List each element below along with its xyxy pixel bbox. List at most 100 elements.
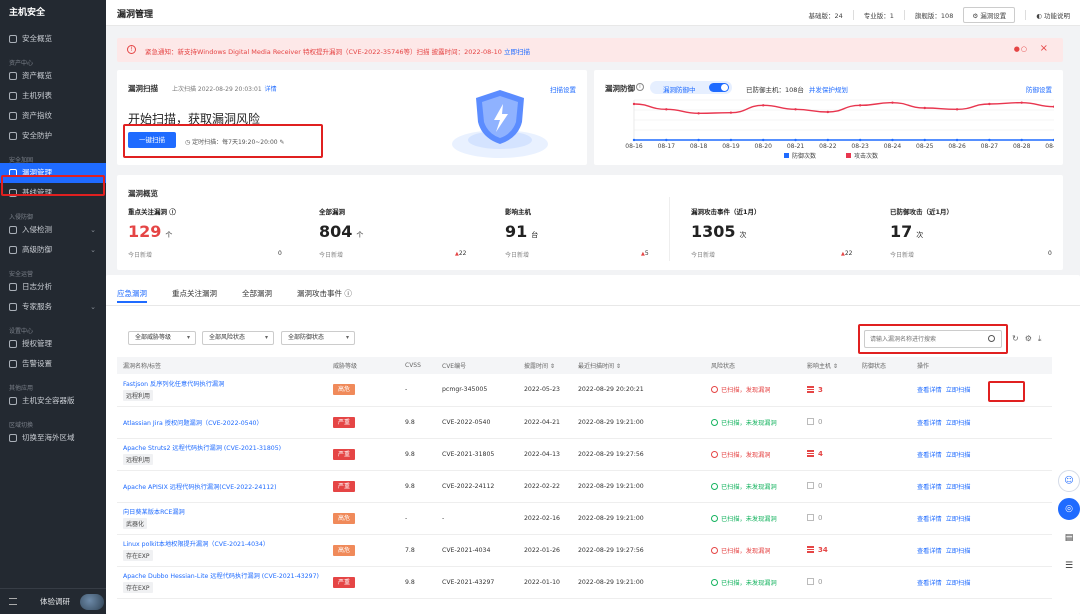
sidebar-item-advanced-defense[interactable]: 高级防御 ⌄ [0, 240, 106, 260]
notice-scan-link[interactable]: 立即扫描 [504, 48, 530, 56]
gear-icon[interactable]: ⚙ [1025, 334, 1038, 343]
sidebar-item-switch-region[interactable]: 切换至海外区域 [0, 428, 106, 448]
defense-settings-link[interactable]: 防御设置 [1026, 84, 1052, 94]
support-button[interactable]: ☺ [1058, 470, 1080, 492]
menu-icon[interactable] [9, 598, 17, 605]
view-detail-link[interactable]: 查看详情 [917, 452, 942, 459]
sidebar-item-asset-overview[interactable]: 资产概览 [0, 66, 106, 86]
stat-key-vulns[interactable]: 重点关注漏洞 ⓘ 129 个 今日新增 0 [128, 206, 288, 262]
table-row: Linux polkit本地权限提升漏洞（CVE-2021-4034） 存在EXP… [117, 534, 1052, 567]
sidebar-item-alert-settings[interactable]: 告警设置 [0, 354, 106, 374]
affected-hosts[interactable]: 0 [807, 418, 822, 426]
tab-key-vulns[interactable]: 重点关注漏洞 [172, 288, 217, 299]
stat-increase: 5 [644, 250, 649, 257]
refresh-icon[interactable]: ↻ [1012, 334, 1025, 343]
sidebar-item-license[interactable]: 授权管理 [0, 334, 106, 354]
risk-status: 已扫描，发现漏洞 [711, 386, 771, 394]
vuln-overview-card: 漏洞概览 重点关注漏洞 ⓘ 129 个 今日新增 0 全部漏洞 804 个 今日新增… [117, 175, 1063, 270]
chevron-down-icon: ⌄ [90, 303, 96, 311]
vuln-name-link[interactable]: Fastjson 反序列化任意代码执行漏洞 [123, 379, 327, 388]
view-detail-link[interactable]: 查看详情 [917, 484, 942, 491]
chevron-down-icon: ▾ [186, 334, 190, 341]
scan-now-link[interactable]: 立即扫描 [946, 452, 971, 459]
docs-button[interactable]: ▤ [1058, 527, 1080, 549]
scan-now-link[interactable]: 立即扫描 [946, 516, 971, 523]
vuln-tag: 远程利用 [123, 389, 154, 401]
vuln-name-link[interactable]: Apache APISIX 远程代码执行漏洞(CVE-2022-24112) [123, 482, 327, 491]
sidebar-item-asset-fingerprint[interactable]: 资产指纹 [0, 106, 106, 126]
affected-hosts[interactable]: 0 [807, 578, 822, 586]
headset-icon[interactable]: ◎ [1058, 498, 1080, 520]
close-icon[interactable]: × [1040, 43, 1048, 54]
pager-dots[interactable]: ●○ [1014, 45, 1028, 53]
toggle-switch[interactable] [709, 83, 729, 92]
data-point [858, 138, 862, 142]
scan-now-link[interactable]: 立即扫描 [946, 387, 971, 394]
affected-hosts[interactable]: 0 [807, 482, 822, 490]
sidebar-item-protection[interactable]: 安全防护 [0, 126, 106, 146]
feedback-button[interactable]: ☰ [1058, 555, 1080, 577]
download-icon[interactable]: ⤓ [1038, 334, 1048, 343]
view-detail-link[interactable]: 查看详情 [917, 387, 942, 394]
vuln-name-link[interactable]: 向日葵某版本RCE漏洞 [123, 507, 327, 516]
sidebar-item-overview[interactable]: 安全概览 [0, 29, 106, 49]
tab-all-vulns[interactable]: 全部漏洞 [242, 288, 272, 299]
affected-hosts[interactable]: 0 [807, 514, 822, 522]
scan-now-link[interactable]: 立即扫描 [946, 484, 971, 491]
table-row: Apache Dubbo Hessian-Lite 远程代码执行漏洞 (CVE-… [117, 566, 1052, 599]
scan-now-link[interactable]: 立即扫描 [946, 548, 971, 555]
col-cvss: CVSS [399, 357, 436, 374]
scan-detail-link[interactable]: 详情 [265, 86, 277, 93]
scan-card: 漏洞扫描 上次扫描 2022-08-29 20:03:01 详情 扫描设置 开始扫… [117, 70, 587, 165]
sidebar-item-expert-service[interactable]: 专家服务 ⌄ [0, 297, 106, 317]
vuln-name-link[interactable]: Linux polkit本地权限提升漏洞（CVE-2021-4034） [123, 539, 327, 548]
threat-level-filter[interactable]: 全部威胁等级 ▾ [128, 331, 196, 345]
avatar[interactable] [80, 594, 104, 610]
vuln-settings-button[interactable]: ⚙ 漏洞设置 [963, 7, 1016, 23]
book-icon[interactable]: ▤ [1058, 527, 1080, 549]
help-link[interactable]: ◐ 功能说明 [1036, 10, 1070, 20]
stat-defended-attacks[interactable]: 已防御攻击（近1月） 17 次 今日新增 0 [890, 206, 1054, 262]
col-name: 漏洞名称/标签 [117, 357, 327, 374]
user-menu[interactable]: 体验调研 [0, 588, 106, 614]
scope-link[interactable]: 并发保护规划 [809, 86, 848, 94]
sidebar-item-log-analysis[interactable]: 日志分析 [0, 277, 106, 297]
affected-hosts[interactable]: 34 [807, 546, 828, 554]
disclosed-date: 2022-04-21 [518, 406, 572, 439]
view-detail-link[interactable]: 查看详情 [917, 420, 942, 427]
chat-button[interactable]: ◎ [1058, 498, 1080, 520]
col-last-scan[interactable]: 最近扫描时间 ⇕ [572, 357, 705, 374]
disclosed-date: 2022-04-13 [518, 438, 572, 471]
scan-settings-link[interactable]: 扫描设置 [550, 84, 576, 94]
stat-all-vulns[interactable]: 全部漏洞 804 个 今日新增 ▲22 [319, 206, 469, 262]
stat-value: 91 [505, 222, 528, 241]
scan-now-link[interactable]: 立即扫描 [946, 420, 971, 427]
view-detail-link[interactable]: 查看详情 [917, 580, 942, 587]
col-disclosed[interactable]: 披露时间 ⇕ [518, 357, 572, 374]
affected-hosts[interactable]: 4 [807, 450, 823, 458]
vuln-table: 漏洞名称/标签 威胁等级 CVSS CVE编号 披露时间 ⇕ 最近扫描时间 ⇕ … [117, 357, 1052, 599]
vuln-name-link[interactable]: Apache Struts2 远程代码执行漏洞 (CVE-2021-31805) [123, 443, 327, 452]
data-point [697, 138, 700, 142]
defense-toggle[interactable]: 漏洞防御中 [650, 81, 732, 94]
view-detail-link[interactable]: 查看详情 [917, 516, 942, 523]
sidebar-item-intrusion-detection[interactable]: 入侵检测 ⌄ [0, 220, 106, 240]
info-icon[interactable]: i [636, 83, 644, 91]
stat-attack-events[interactable]: 漏洞攻击事件（近1月） 1305 次 今日新增 ▲22 [691, 206, 856, 262]
affected-hosts[interactable]: 3 [807, 385, 823, 394]
col-hosts[interactable]: 影响主机 ⇕ [801, 357, 856, 374]
smile-icon[interactable]: ☺ [1058, 470, 1080, 492]
fingerprint-icon [9, 112, 17, 120]
stat-affected-hosts[interactable]: 影响主机 91 台 今日新增 ▲5 [505, 206, 650, 262]
list-icon[interactable]: ☰ [1058, 555, 1080, 577]
view-detail-link[interactable]: 查看详情 [917, 548, 942, 555]
vuln-name-link[interactable]: Apache Dubbo Hessian-Lite 远程代码执行漏洞 (CVE-… [123, 571, 327, 580]
tab-emergency[interactable]: 应急漏洞 [117, 288, 147, 303]
scan-now-link[interactable]: 立即扫描 [946, 580, 971, 587]
tab-attack-events[interactable]: 漏洞攻击事件 ⓘ [297, 288, 352, 299]
sidebar-item-host-list[interactable]: 主机列表 [0, 86, 106, 106]
vuln-name-link[interactable]: Atlassian Jira 授权问题漏洞（CVE-2022-0540） [123, 418, 327, 427]
risk-status-filter[interactable]: 全部风险状态 ▾ [202, 331, 274, 345]
defense-status-filter[interactable]: 全部防御状态 ▾ [281, 331, 355, 345]
sidebar-item-container-edition[interactable]: 主机安全容器版 [0, 391, 106, 411]
